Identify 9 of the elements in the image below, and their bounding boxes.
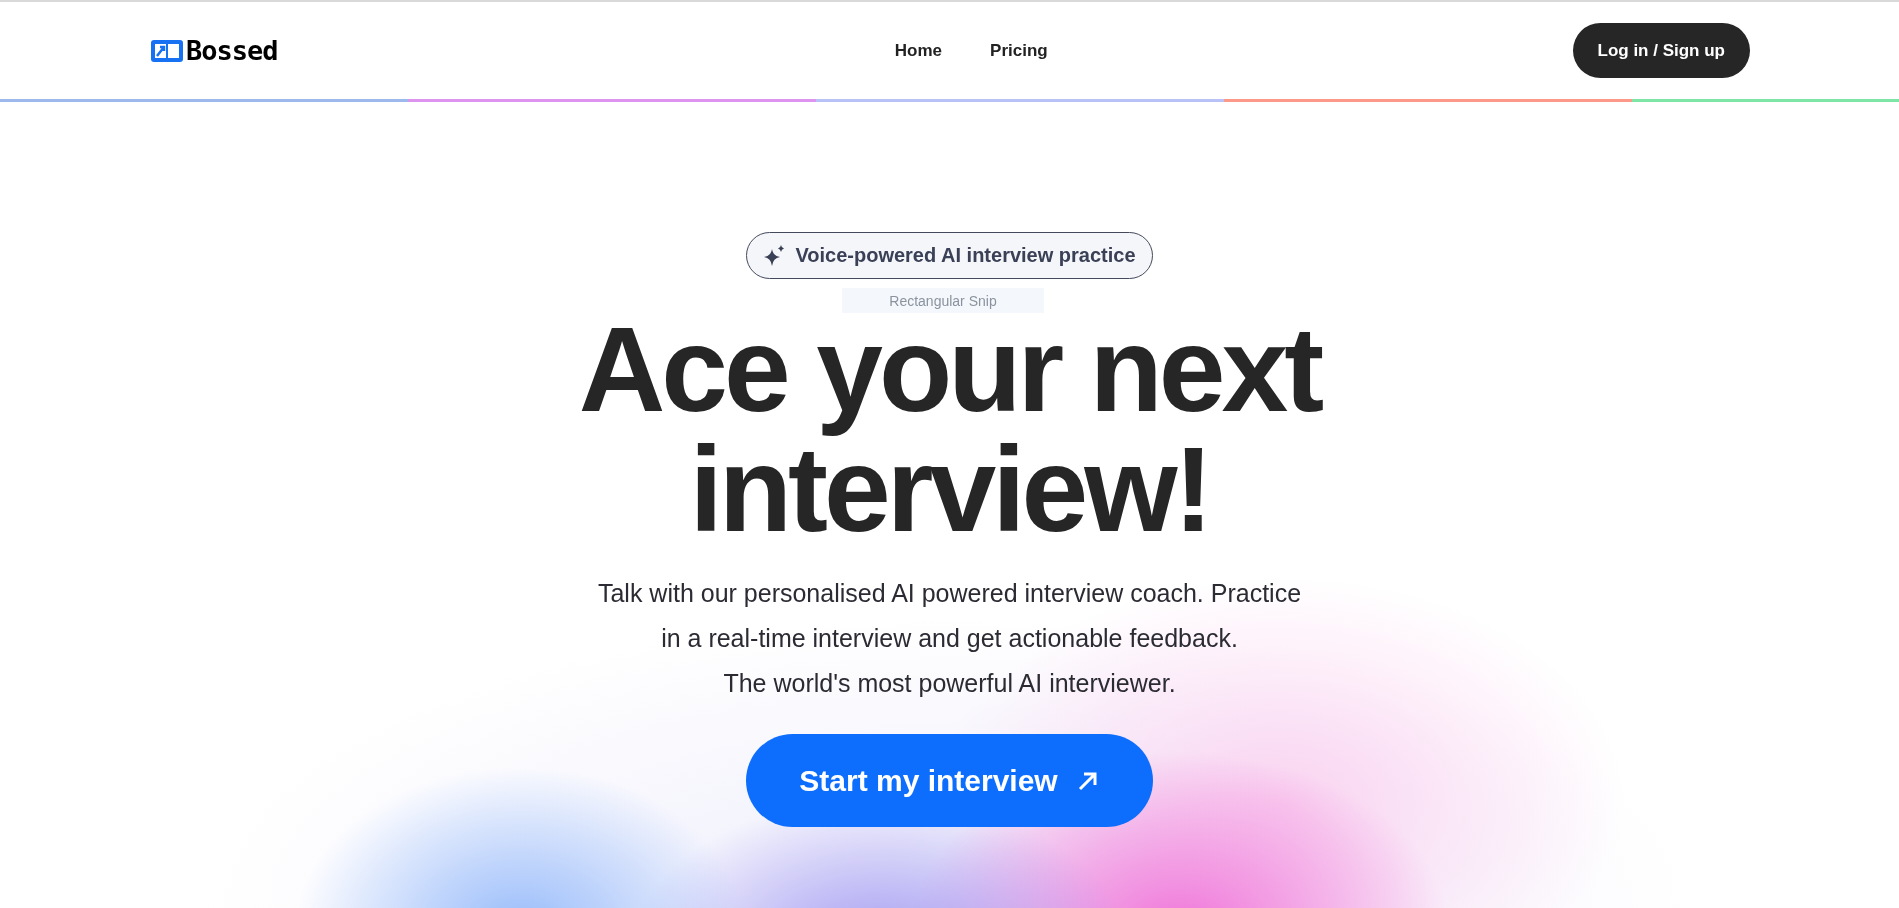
badge-text: Voice-powered AI interview practice [795,244,1136,267]
hero-description: Talk with our personalised AI powered interview coach. Practice in a real-time interview and get actionable feedback. The world's most powerful AI interviewer. [597,578,1302,699]
tooltip: Rectangular Snip [842,288,1044,313]
logo-text[interactable]: Bossed [186,35,278,66]
start-interview-button[interactable]: Start my interview [746,734,1153,827]
nav-link[interactable]: Home [894,40,943,61]
logo-icon [150,38,184,63]
nav-link[interactable]: Pricing [990,40,1048,61]
login-button[interactable]: Log in / Sign up [1572,23,1750,78]
